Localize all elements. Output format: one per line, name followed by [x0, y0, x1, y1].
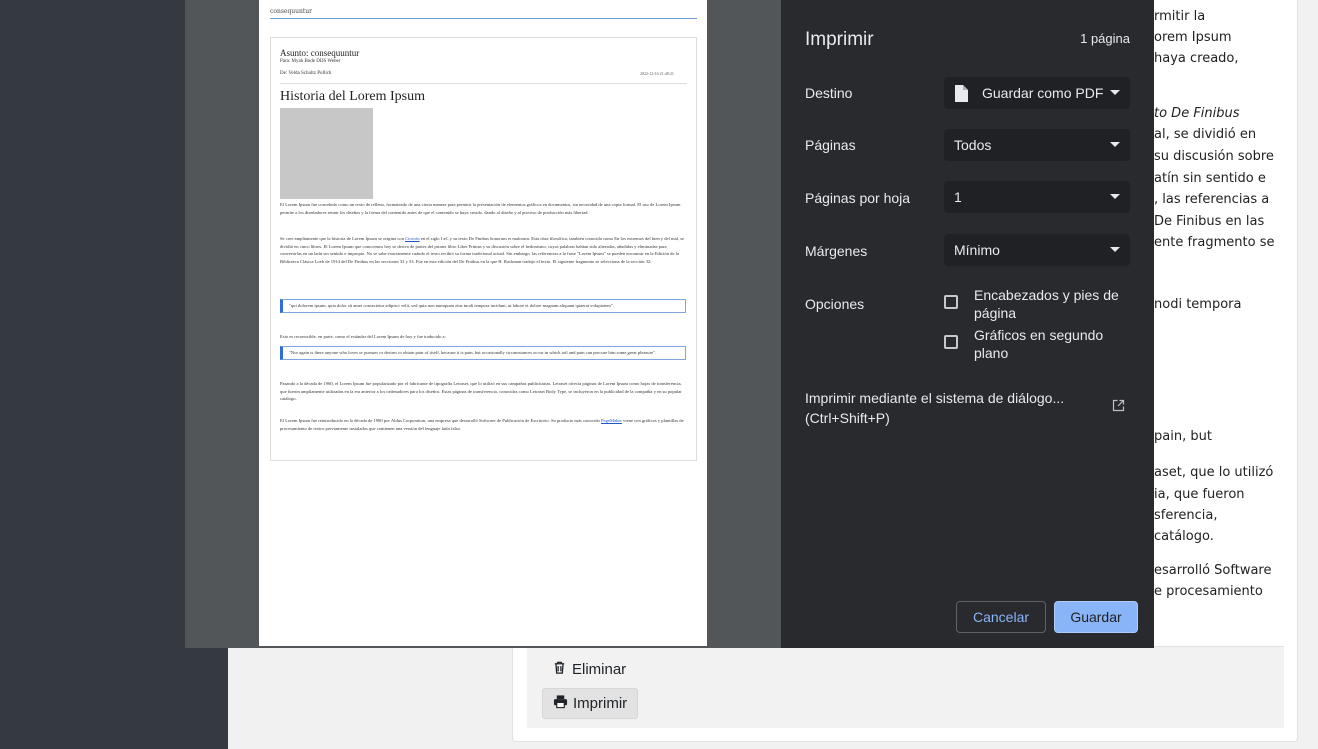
body-line: al, se dividió en	[1154, 127, 1257, 142]
checkbox-box[interactable]	[944, 335, 958, 349]
page-date: 2022-12-16 21:48:21	[640, 71, 674, 76]
trash-icon	[552, 660, 567, 679]
body-line: orem Ipsum	[1154, 30, 1232, 45]
body-line: sferencia,	[1154, 508, 1218, 523]
page-quote: "Nor again is there anyone who loves or …	[280, 346, 686, 360]
page-header: consequuntur	[270, 8, 697, 19]
page-paragraph: El Lorem Ipsum fue concebido como un tex…	[280, 202, 681, 215]
preview-page: consequuntur Asunto: consequuntur Para: …	[259, 0, 707, 646]
chevron-down-icon	[1110, 142, 1120, 147]
system-dialog-link[interactable]: Imprimir mediante el sistema de diálogo.…	[805, 388, 1105, 428]
checkbox-box[interactable]	[944, 295, 958, 309]
page-title: Historia del Lorem Ipsum	[280, 89, 426, 104]
pages-per-sheet-select[interactable]: 1	[944, 181, 1130, 213]
background-graphics-checkbox[interactable]: Gráficos en segundo plano	[944, 326, 1134, 362]
print-settings-panel: Imprimir 1 página Destino Guardar como P…	[781, 0, 1154, 648]
page-paragraph: Pasando a la década de 1960, el Lorem Ip…	[280, 381, 682, 402]
print-label: Imprimir	[573, 695, 628, 712]
body-line: nodi tempora	[1154, 297, 1242, 312]
page-paragraph: Esto es reconocible, en parte, como el e…	[280, 334, 446, 339]
page-quote: "qui dolorem ipsum, quia dolor sit amet …	[280, 299, 686, 313]
body-line: esarrolló Software	[1154, 563, 1272, 578]
body-line: su discusión sobre	[1154, 149, 1274, 164]
delete-button[interactable]: Eliminar	[542, 654, 636, 685]
printer-icon	[553, 694, 568, 713]
print-button[interactable]: Imprimir	[542, 688, 639, 719]
pages-per-sheet-label: Páginas por hoja	[805, 190, 911, 206]
pages-per-sheet-value: 1	[954, 189, 962, 205]
destination-select[interactable]: Guardar como PDF	[944, 77, 1130, 109]
page-divider	[280, 83, 687, 84]
pages-select[interactable]: Todos	[944, 129, 1130, 161]
body-line: , las referencias a	[1154, 192, 1270, 207]
dialog-title: Imprimir	[805, 29, 874, 50]
body-line: catálogo.	[1154, 529, 1214, 544]
page-paragraph: El Lorem Ipsum fue reintroducido en la d…	[280, 418, 684, 431]
chevron-down-icon	[1110, 247, 1120, 252]
body-line: aset, que lo utilizó	[1154, 465, 1274, 480]
body-line: e procesamiento	[1154, 584, 1263, 599]
page-image-placeholder	[280, 108, 373, 199]
page-from: De: Velda Schultz Pollich	[280, 71, 332, 76]
margins-label: Márgenes	[805, 243, 868, 259]
page-count: 1 página	[1080, 31, 1130, 46]
delete-label: Eliminar	[572, 661, 627, 678]
cancel-button[interactable]: Cancelar	[956, 601, 1046, 633]
page-to: Para: Myah Bode DDS Weber	[280, 59, 341, 64]
destination-value: Guardar como PDF	[982, 85, 1104, 101]
chevron-down-icon	[1110, 194, 1120, 199]
body-line: De Finibus en las	[1154, 214, 1265, 229]
options-label: Opciones	[805, 296, 865, 312]
body-line: ia, que fueron	[1154, 487, 1245, 502]
open-external-icon[interactable]	[1112, 399, 1125, 412]
pages-label: Páginas	[805, 137, 856, 153]
pages-value: Todos	[954, 137, 992, 153]
destination-label: Destino	[805, 85, 853, 101]
margins-value: Mínimo	[954, 242, 1000, 258]
body-line: atín sin sentido e	[1154, 171, 1266, 186]
background-graphics-label: Gráficos en segundo plano	[974, 327, 1104, 361]
headers-footers-checkbox[interactable]: Encabezados y pies de página	[944, 286, 1134, 322]
page-paragraph: Se cree ampliamente que la historia de L…	[280, 236, 685, 264]
margins-select[interactable]: Mínimo	[944, 234, 1130, 266]
document-icon	[954, 84, 968, 102]
body-line: pain, but	[1154, 429, 1212, 444]
body-line: ente fragmento se	[1154, 235, 1275, 250]
body-line: to De Finibus	[1154, 106, 1240, 121]
page-subject: Asunto: consequuntur	[280, 48, 360, 58]
email-actions	[527, 646, 1284, 728]
body-line: haya creado,	[1154, 51, 1239, 66]
body-line: rmitir la	[1154, 9, 1206, 24]
headers-footers-label: Encabezados y pies de página	[974, 287, 1119, 321]
chevron-down-icon	[1110, 90, 1120, 95]
save-button[interactable]: Guardar	[1054, 601, 1138, 633]
